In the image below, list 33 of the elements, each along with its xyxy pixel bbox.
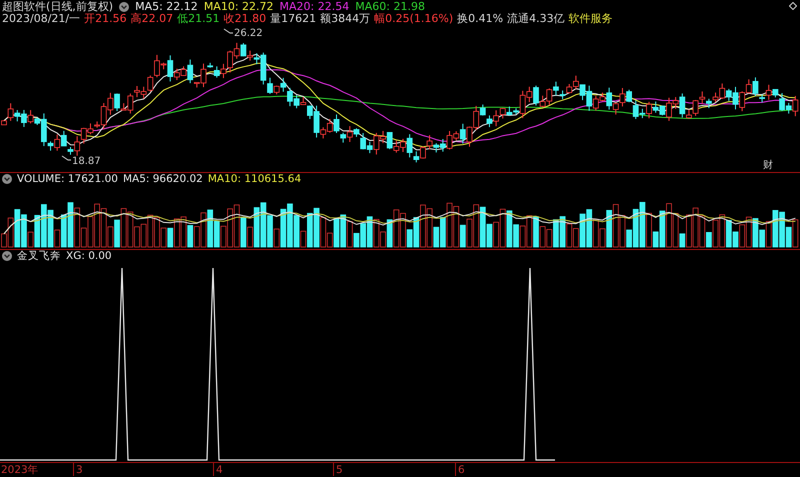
ma-value: MA60: 21.98 xyxy=(355,1,425,13)
high-price-label: 26.22 xyxy=(224,28,263,39)
indicator-value: 金叉飞奔 xyxy=(17,249,61,263)
quote-value: 开21.56 xyxy=(84,13,127,25)
diamond-icon[interactable] xyxy=(789,2,797,10)
indicator-value: XG: 0.00 xyxy=(66,250,112,262)
indicator-value: MA5: 96620.02 xyxy=(122,173,203,185)
ma-value: MA20: 22.54 xyxy=(280,1,350,13)
low-price-label: 18.87 xyxy=(62,156,101,167)
quote-value: 换0.41% xyxy=(457,13,504,25)
ma-value: MA10: 22.72 xyxy=(204,1,274,13)
sector-label: 软件服务 xyxy=(568,13,613,25)
ma-value: MA5: 22.12 xyxy=(135,1,198,13)
date-label: 3 xyxy=(76,464,83,476)
quote-value: 流通4.33亿 xyxy=(507,13,565,25)
quote-value: 幅0.25(1.16%) xyxy=(374,13,454,25)
indicator-value: VOLUME: 17621.00 xyxy=(17,173,118,185)
collapse-icon[interactable] xyxy=(2,174,12,184)
quote-value: 额3844万 xyxy=(320,13,370,25)
quote-value: 量17621 xyxy=(270,13,316,25)
date-label: 2023年 xyxy=(1,464,39,476)
quote-value: 2023/08/21/一 xyxy=(2,13,80,25)
chart-title: 超图软件(日线,前复权) xyxy=(2,1,114,13)
quote-value: 高22.07 xyxy=(130,13,174,25)
indicator-value: MA10: 110615.64 xyxy=(208,173,302,185)
quote-value: 低21.51 xyxy=(177,13,220,25)
quote-value: 收21.80 xyxy=(224,13,266,25)
finance-marker[interactable]: 财 xyxy=(763,160,773,171)
collapse-icon[interactable] xyxy=(119,2,130,12)
date-label: 5 xyxy=(336,464,343,476)
date-label: 4 xyxy=(216,464,223,476)
date-label: 6 xyxy=(458,464,465,476)
collapse-icon[interactable] xyxy=(2,251,12,261)
